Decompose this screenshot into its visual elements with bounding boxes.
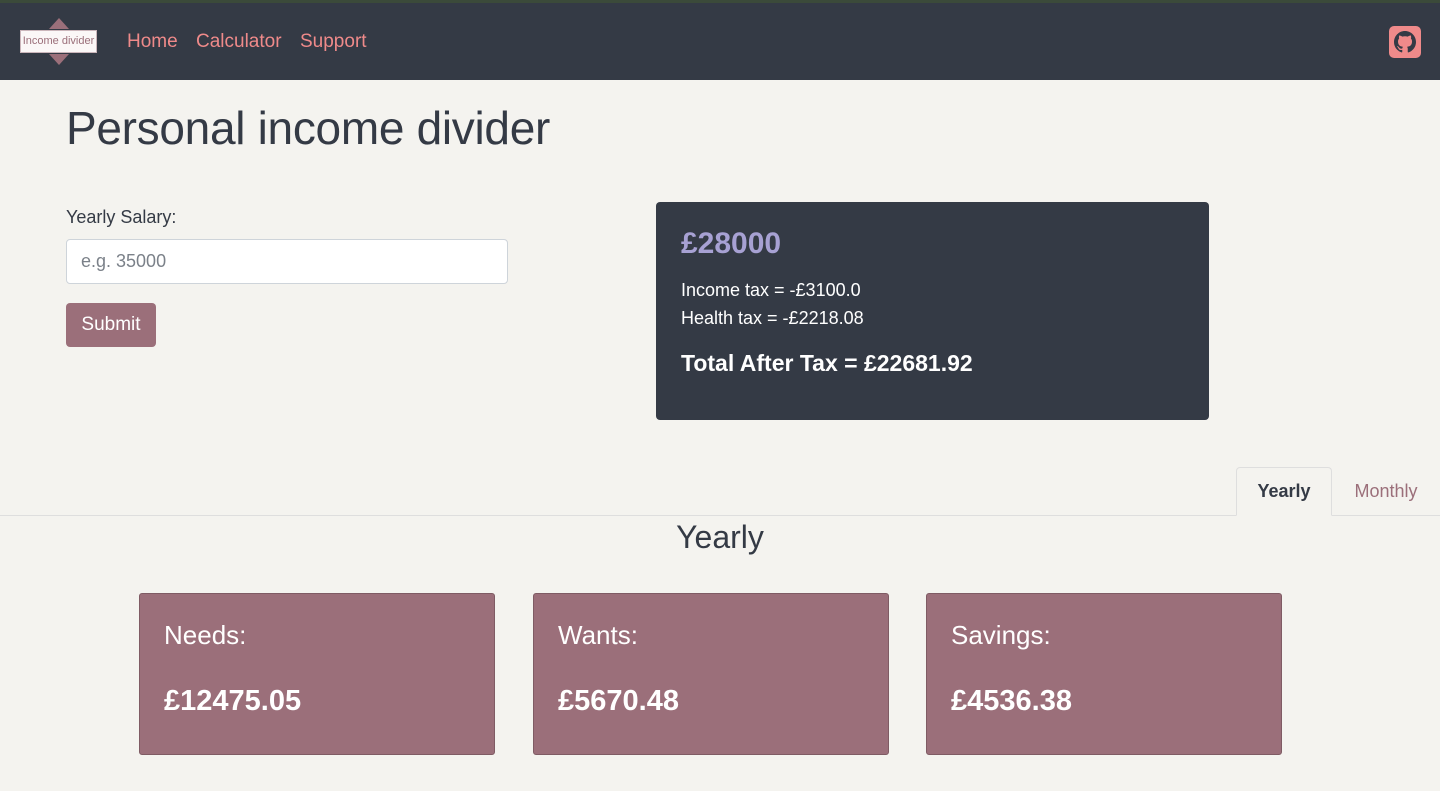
nav-home-link[interactable]: Home	[127, 30, 178, 54]
needs-value: £12475.05	[164, 685, 302, 717]
gross-salary: £28000	[681, 227, 782, 260]
tab-monthly[interactable]: Monthly	[1340, 467, 1432, 516]
submit-button[interactable]: Submit	[66, 303, 156, 347]
health-tax: Health tax = -£2218.08	[681, 308, 864, 328]
needs-card: Needs: £12475.05	[139, 593, 495, 755]
needs-label: Needs:	[164, 620, 247, 650]
savings-value: £4536.38	[951, 685, 1072, 717]
logo-arrow-up-icon	[49, 18, 69, 29]
income-tax: Income tax = -£3100.0	[681, 280, 861, 300]
tab-yearly[interactable]: Yearly	[1236, 467, 1332, 516]
tabs-divider	[0, 515, 1440, 516]
logo[interactable]: Income divider	[20, 18, 97, 65]
page-title: Personal income divider	[66, 102, 551, 154]
section-title: Yearly	[676, 519, 764, 555]
nav-calculator-link[interactable]: Calculator	[196, 30, 282, 54]
wants-card: Wants: £5670.48	[533, 593, 889, 755]
total-after-tax: Total After Tax = £22681.92	[681, 350, 973, 376]
nav-support-link[interactable]: Support	[300, 30, 367, 54]
github-icon	[1394, 31, 1416, 53]
navbar: Income divider Home Calculator Support	[0, 3, 1440, 80]
result-card: £28000 Income tax = -£3100.0 Health tax …	[656, 202, 1209, 420]
wants-label: Wants:	[558, 620, 638, 650]
logo-arrow-down-icon	[49, 54, 69, 65]
logo-text: Income divider	[20, 30, 97, 53]
savings-label: Savings:	[951, 620, 1051, 650]
savings-card: Savings: £4536.38	[926, 593, 1282, 755]
wants-value: £5670.48	[558, 685, 679, 717]
github-button[interactable]	[1389, 26, 1421, 58]
salary-input[interactable]	[66, 239, 508, 284]
salary-label: Yearly Salary:	[66, 207, 177, 227]
